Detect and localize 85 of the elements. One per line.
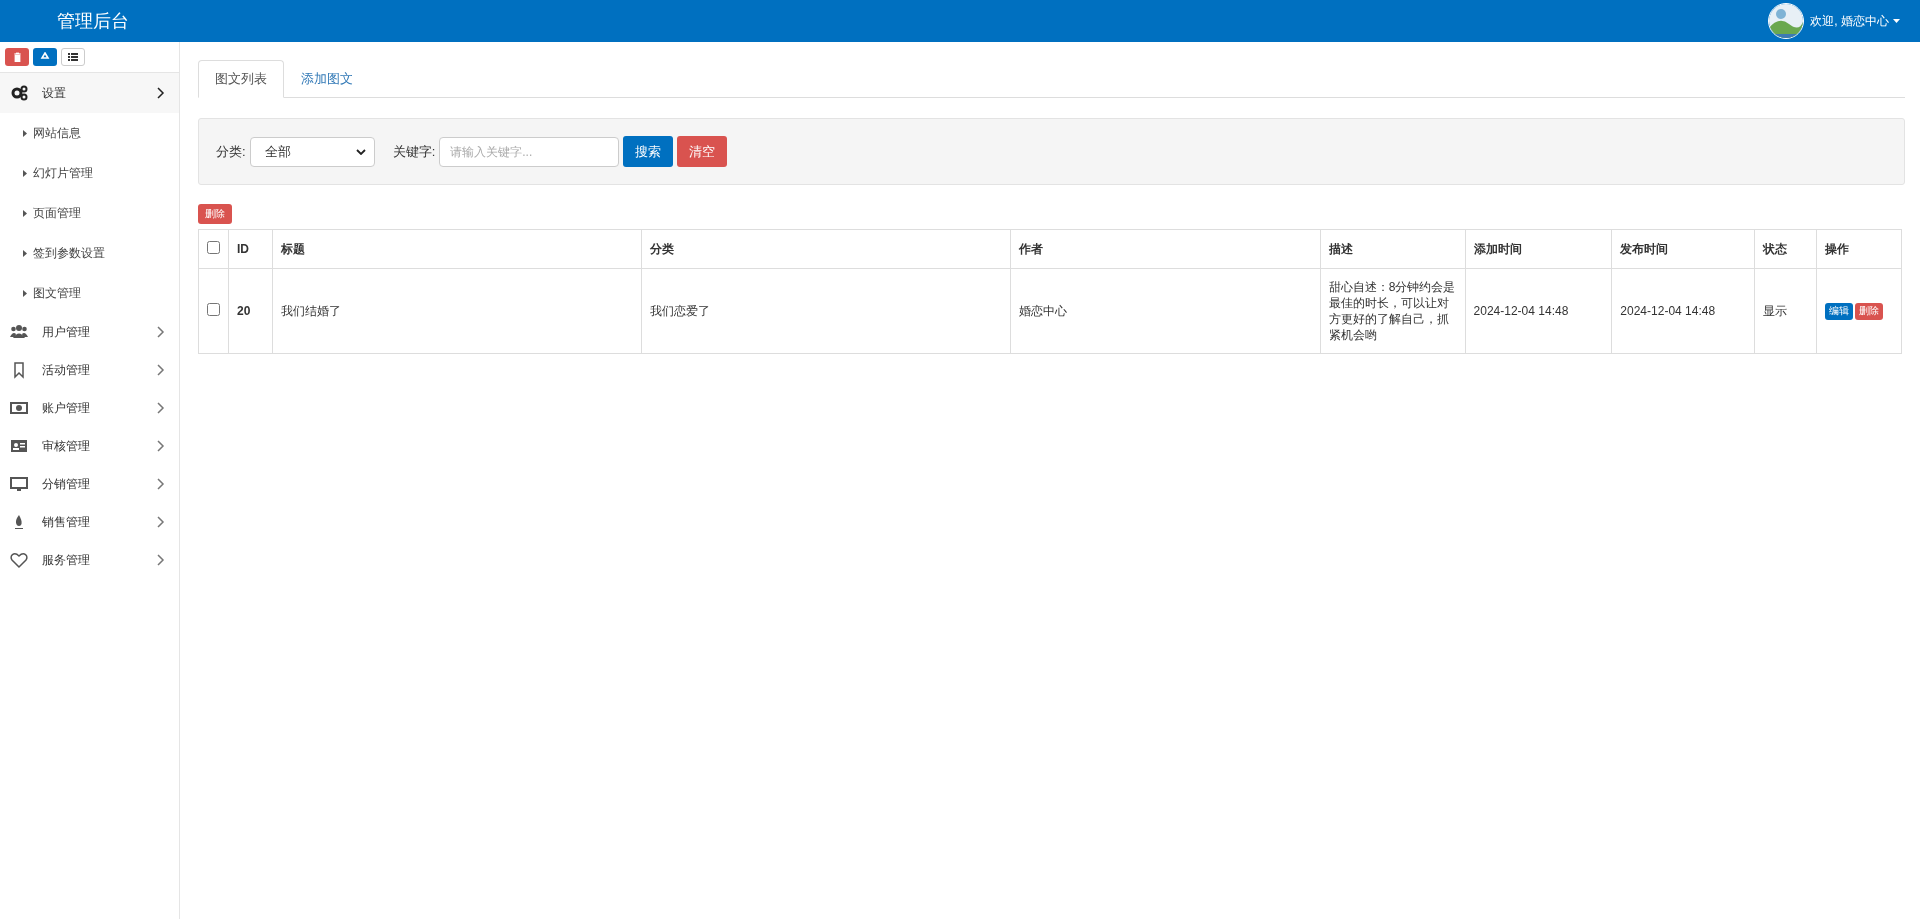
clear-button[interactable]: 清空: [677, 136, 728, 167]
submenu-label: 页面管理: [33, 204, 81, 222]
sidebar-label: 账户管理: [42, 399, 91, 417]
gears-icon: [10, 84, 28, 102]
chevron-icon: [157, 402, 165, 414]
sidebar-item[interactable]: 分销管理: [0, 465, 179, 503]
select-value: 全部: [264, 142, 291, 161]
table-cell: 婚恋中心: [1010, 268, 1321, 354]
trash-icon: [12, 52, 22, 62]
sidebar-label: 销售管理: [42, 513, 91, 531]
sidebar-item[interactable]: 审核管理: [0, 427, 179, 465]
sidebar-item[interactable]: 销售管理: [0, 503, 179, 541]
sidebar-item[interactable]: 服务管理: [0, 541, 179, 579]
sidebar-label: 分销管理: [42, 475, 91, 493]
column-header: 描述: [1320, 229, 1466, 269]
triangle-icon: [40, 52, 50, 62]
caret-icon: [23, 289, 27, 297]
submenu-label: 幻灯片管理: [33, 164, 93, 182]
sidebar-item[interactable]: 活动管理: [0, 351, 179, 389]
chevron-icon: [157, 516, 165, 528]
sidebar-label: 用户管理: [42, 323, 91, 341]
tab[interactable]: 添加图文: [284, 60, 370, 98]
caret-icon: [1893, 19, 1900, 23]
caret-icon: [23, 169, 27, 177]
submenu-item[interactable]: 幻灯片管理: [0, 153, 179, 193]
recycle-button[interactable]: [33, 48, 57, 66]
sidebar-item[interactable]: 用户管理: [0, 313, 179, 351]
column-header: 状态: [1754, 229, 1817, 269]
column-header: 分类: [641, 229, 1011, 269]
column-header: 作者: [1010, 229, 1321, 269]
trash-button[interactable]: [5, 48, 29, 66]
chevron-icon: [157, 554, 165, 566]
list-icon: [68, 53, 78, 61]
table-cell: 我们结婚了: [272, 268, 642, 354]
submenu-item[interactable]: 页面管理: [0, 193, 179, 233]
category-select[interactable]: 全部: [249, 136, 375, 167]
sidebar-label: 审核管理: [42, 437, 91, 455]
delete-button[interactable]: 删除: [198, 204, 232, 224]
chevron-icon: [157, 478, 165, 490]
submenu-label: 图文管理: [33, 284, 81, 302]
tab[interactable]: 图文列表: [198, 60, 284, 98]
table-cell: 甜心自述：8分钟约会是最佳的时长，可以让对方更好的了解自己，抓紧机会哟: [1320, 268, 1466, 354]
caret-icon: [23, 249, 27, 257]
list-button[interactable]: [61, 48, 85, 66]
sidebar-label: 设置: [42, 84, 67, 102]
submenu-item[interactable]: 图文管理: [0, 273, 179, 313]
column-header: 发布时间: [1611, 229, 1755, 269]
monitor-icon: [10, 475, 28, 493]
column-header: 操作: [1816, 229, 1902, 269]
column-header: 标题: [272, 229, 642, 269]
chevron-icon: [157, 87, 165, 99]
row-checkbox[interactable]: [207, 302, 220, 316]
table-cell: 我们恋爱了: [641, 268, 1011, 354]
sidebar-label: 活动管理: [42, 361, 91, 379]
app-title: 管理后台: [57, 10, 129, 33]
sidebar-label: 服务管理: [42, 551, 91, 569]
table-cell: 2024-12-04 14:48: [1611, 268, 1755, 354]
submenu-item[interactable]: 签到参数设置: [0, 233, 179, 273]
heart-icon: [10, 551, 28, 569]
column-header: ID: [228, 229, 273, 269]
edit-button[interactable]: 编辑: [1825, 302, 1854, 320]
keyword-field[interactable]: 请输入关键字...: [439, 136, 620, 167]
id-card-icon: [10, 437, 28, 455]
search-button[interactable]: 搜索: [623, 136, 674, 167]
column-header: 添加时间: [1465, 229, 1612, 269]
submenu-label: 签到参数设置: [33, 244, 105, 262]
table-cell: 显示: [1754, 268, 1817, 354]
submenu-item[interactable]: 网站信息: [0, 113, 179, 153]
chevron-icon: [355, 148, 366, 155]
caret-icon: [23, 129, 27, 137]
table-cell: 20: [228, 268, 273, 354]
category-label: 分类:: [216, 142, 246, 161]
sidebar-item[interactable]: 设置: [0, 73, 179, 113]
banknote-icon: [10, 399, 28, 417]
chevron-icon: [157, 440, 165, 452]
table-cell: 2024-12-04 14:48: [1465, 268, 1612, 354]
caret-icon: [23, 209, 27, 217]
sidebar-item[interactable]: 账户管理: [0, 389, 179, 427]
chevron-icon: [157, 364, 165, 376]
submenu-label: 网站信息: [33, 124, 81, 142]
chevron-icon: [157, 326, 165, 338]
delete-button[interactable]: 删除: [1855, 302, 1884, 320]
users-icon: [10, 323, 28, 341]
select-all-checkbox[interactable]: [207, 241, 220, 254]
keyword-label: 关键字:: [392, 142, 436, 161]
